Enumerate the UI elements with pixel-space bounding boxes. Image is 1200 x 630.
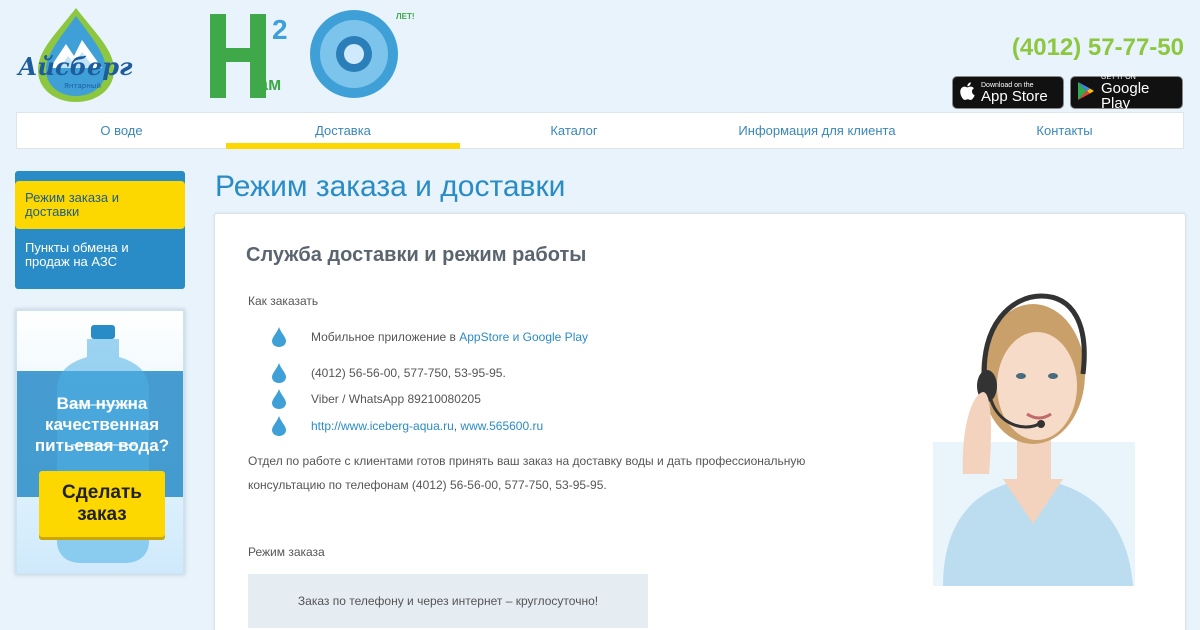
- h2o-superscript: 2: [272, 14, 288, 45]
- order-banner[interactable]: Вам нужна качественная питьевая вода? Сд…: [15, 309, 185, 575]
- websites-text: http://www.iceberg-aqua.ru, www.565600.r…: [311, 419, 543, 433]
- app-store-button[interactable]: Download on the App Store: [952, 76, 1064, 109]
- card-title: Служба доставки и режим работы: [246, 244, 587, 266]
- sidebar-item-exchange-points[interactable]: Пункты обмена и продаж на АЗС: [15, 241, 185, 269]
- page-title: Режим заказа и доставки: [215, 170, 566, 203]
- client-dept-paragraph: Отдел по работе с клиентами готов принят…: [248, 454, 806, 492]
- google-play-big: Google Play: [1101, 80, 1150, 112]
- list-item: http://www.iceberg-aqua.ru, www.565600.r…: [271, 416, 543, 436]
- h2o-logo[interactable]: 2 ам ЛЕТ!: [206, 6, 420, 104]
- apple-icon: [959, 81, 975, 105]
- content-card: Служба доставки и режим работы Как заказ…: [214, 213, 1186, 630]
- how-item-text: Мобильное приложение в AppStore и Google…: [311, 330, 588, 344]
- list-item: Мобильное приложение в AppStore и Google…: [271, 327, 588, 347]
- logo-subtext: Янтарный: [64, 82, 101, 90]
- 565600-site-link[interactable]: www.565600.ru: [460, 419, 543, 433]
- water-drop-icon: [272, 327, 286, 347]
- phones-text: (4012) 56-56-00, 577-750, 53-95-95.: [311, 366, 506, 380]
- nav-item-katalog[interactable]: Каталог: [460, 113, 688, 148]
- main-nav: О воде Доставка Каталог Информация для к…: [16, 112, 1184, 149]
- iceberg-site-link[interactable]: http://www.iceberg-aqua.ru: [311, 419, 454, 433]
- nav-item-o-vode[interactable]: О воде: [17, 113, 226, 148]
- h2o-subtext: ам: [258, 74, 282, 94]
- order-mode-label: Режим заказа: [248, 545, 325, 559]
- banner-text: Вам нужна качественная питьевая вода?: [34, 394, 170, 455]
- logo-text: Айсберг: [18, 52, 133, 81]
- header-phone[interactable]: (4012) 57-77-50: [1012, 34, 1184, 62]
- google-play-icon: [1077, 81, 1095, 105]
- nav-item-kontakty[interactable]: Контакты: [946, 113, 1183, 148]
- order-mode-note: Заказ по телефону и через интернет – кру…: [248, 574, 648, 628]
- messengers-text: Viber / WhatsApp 89210080205: [311, 392, 481, 406]
- list-item: Viber / WhatsApp 89210080205: [271, 389, 481, 409]
- google-play-button[interactable]: GET IT ON Google Play: [1070, 74, 1183, 112]
- water-drop-icon: [272, 363, 286, 383]
- aisberg-logo[interactable]: Айсберг Янтарный: [16, 6, 136, 104]
- sidebar-menu: Режим заказа и доставки Пункты обмена и …: [15, 171, 185, 289]
- list-item: (4012) 56-56-00, 577-750, 53-95-95.: [271, 363, 506, 383]
- sidebar-item-order-mode[interactable]: Режим заказа и доставки: [15, 181, 185, 229]
- app-text: Мобильное приложение в: [311, 330, 460, 344]
- water-drop-icon: [272, 389, 286, 409]
- water-drop-icon: [272, 416, 286, 436]
- nav-item-dostavka[interactable]: Доставка: [226, 113, 460, 149]
- nav-item-info-client[interactable]: Информация для клиента: [688, 113, 946, 148]
- app-store-big: App Store: [981, 87, 1048, 105]
- make-order-button[interactable]: Сделать заказ: [39, 471, 165, 537]
- app-stores-link[interactable]: AppStore и Google Play: [459, 330, 588, 344]
- header: Айсберг Янтарный 2 ам ЛЕТ! (4012) 57-77-…: [0, 0, 1200, 112]
- h2o-badge: ЛЕТ!: [396, 12, 415, 21]
- how-to-order-label: Как заказать: [248, 294, 319, 308]
- call-center-operator-image: [933, 293, 1135, 586]
